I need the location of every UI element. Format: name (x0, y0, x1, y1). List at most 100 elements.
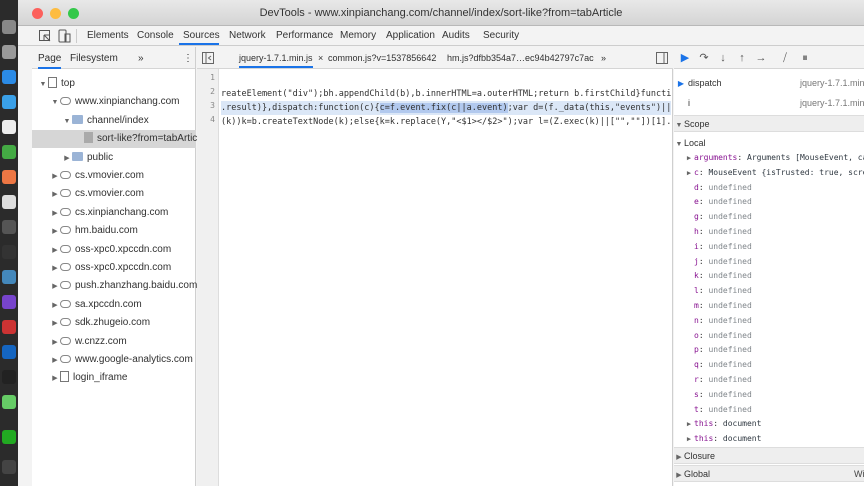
tree-item[interactable]: ▶ cs.xinpianchang.com (32, 204, 196, 222)
pause-on-exceptions-icon[interactable]: ⏸ (798, 51, 812, 65)
scope-variable[interactable]: n: undefined (674, 314, 864, 329)
scope-variable[interactable]: ▶c: MouseEvent {isTrusted: true, screenX… (674, 166, 864, 181)
tree-item[interactable]: ▶ push.zhanzhang.baidu.com (32, 277, 197, 296)
scope-variable[interactable]: d: undefined (674, 181, 864, 196)
expanded-arrow-icon[interactable]: ▼ (50, 94, 60, 112)
scope-variable[interactable]: o: undefined (674, 329, 864, 344)
tree-item[interactable]: ▶ cs.vmovier.com (32, 185, 196, 203)
collapsed-arrow-icon[interactable]: ▶ (50, 278, 60, 296)
tab-audits[interactable]: Audits (442, 30, 470, 41)
scope-header[interactable]: ▼ Scope (674, 115, 864, 132)
device-toolbar-icon[interactable] (57, 29, 71, 43)
local-scope-header[interactable]: ▼ Local (674, 136, 864, 151)
tree-item[interactable]: ▼ www.xinpianchang.com (32, 93, 196, 111)
collapsed-arrow-icon[interactable]: ▶ (50, 260, 60, 278)
collapsed-arrow-icon[interactable]: ▶ (50, 168, 60, 186)
more-tabs-icon[interactable]: » (138, 53, 144, 64)
app-icon[interactable] (2, 45, 16, 59)
tab-performance[interactable]: Performance (276, 30, 333, 41)
app-icon[interactable] (2, 430, 16, 444)
scope-variable[interactable]: i: undefined (674, 240, 864, 255)
collapsed-arrow-icon[interactable]: ▶ (50, 242, 60, 260)
closure-header[interactable]: ▶ Closure (674, 447, 864, 464)
app-icon[interactable] (2, 245, 16, 259)
scope-variable[interactable]: e: undefined (674, 195, 864, 210)
expanded-arrow-icon[interactable]: ▼ (38, 76, 48, 94)
collapsed-arrow-icon[interactable]: ▶ (50, 205, 60, 223)
call-frame[interactable]: i jquery-1.7.1.min.js:3 (674, 93, 864, 113)
scope-variable[interactable]: g: undefined (674, 210, 864, 225)
tree-item[interactable]: sort-like?from=tabArticle (32, 130, 205, 149)
scope-variable[interactable]: m: undefined (674, 299, 864, 314)
tab-page[interactable]: Page (38, 53, 62, 69)
collapsed-arrow-icon[interactable]: ▶ (50, 334, 60, 352)
app-icon[interactable] (2, 120, 16, 134)
tree-item[interactable]: ▶ cs.vmovier.com (32, 167, 196, 185)
tree-item[interactable]: ▶ oss-xpc0.xpccdn.com (32, 259, 196, 277)
app-icon[interactable] (2, 370, 16, 384)
tree-item[interactable]: ▶ oss-xpc0.xpccdn.com (32, 241, 196, 259)
frame-location[interactable]: jquery-1.7.1.min.js:3 (800, 73, 864, 93)
app-icon[interactable] (2, 195, 16, 209)
scope-variable[interactable]: ▶ this: document (674, 432, 864, 447)
collapsed-arrow-icon[interactable]: ▶ (50, 297, 60, 315)
global-header[interactable]: ▶GlobalWindow (674, 465, 864, 482)
tree-item[interactable]: ▶ www.google-analytics.com (32, 351, 196, 369)
collapsed-arrow-icon[interactable]: ▶ (50, 223, 60, 241)
toggle-navigator-icon[interactable] (201, 51, 215, 65)
step-out-icon[interactable]: ↑ (735, 51, 749, 65)
app-icon[interactable] (2, 345, 16, 359)
editor-tab-hm[interactable]: hm.js?dfbb354a7…ec94b42797c7ac (447, 53, 594, 63)
app-icon[interactable] (2, 220, 16, 234)
scope-variable[interactable]: t: undefined (674, 403, 864, 418)
close-tab-icon[interactable]: × (318, 53, 323, 63)
tree-item[interactable]: ▶ public (32, 149, 196, 167)
tree-item[interactable]: ▶ login_iframe (32, 369, 196, 387)
scope-variable[interactable]: s: undefined (674, 388, 864, 403)
step-over-icon[interactable]: ↷ (697, 51, 711, 65)
line-number[interactable]: 2 (210, 87, 215, 96)
tree-item[interactable]: ▼ top (32, 75, 196, 93)
collapsed-arrow-icon[interactable]: ▶ (50, 370, 60, 388)
tree-item[interactable]: ▶ w.cnzz.com (32, 333, 196, 351)
app-icon[interactable] (2, 95, 16, 109)
toggle-debugger-icon[interactable] (655, 51, 669, 65)
inspect-element-icon[interactable] (38, 29, 52, 43)
app-icon[interactable] (2, 70, 16, 84)
collapsed-arrow-icon[interactable]: ▶ (684, 432, 694, 447)
tab-memory[interactable]: Memory (340, 30, 376, 41)
tree-item[interactable]: ▶ sdk.zhugeio.com (32, 314, 196, 332)
scope-variable[interactable]: l: undefined (674, 284, 864, 299)
tab-application[interactable]: Application (386, 30, 435, 41)
scope-variable[interactable]: ▶ this: document (674, 417, 864, 432)
scope-variable[interactable]: r: undefined (674, 373, 864, 388)
navigator-menu-icon[interactable]: ⋮ (183, 53, 193, 64)
call-frame[interactable]: ▶dispatch jquery-1.7.1.min.js:3 (674, 73, 864, 93)
scope-variable[interactable]: p: undefined (674, 343, 864, 358)
app-icon[interactable] (2, 145, 16, 159)
collapsed-arrow-icon[interactable]: ▶ (50, 352, 60, 370)
app-icon[interactable] (2, 320, 16, 334)
tab-console[interactable]: Console (137, 30, 174, 41)
scope-variable[interactable]: k: undefined (674, 269, 864, 284)
more-editor-tabs-icon[interactable]: » (601, 53, 606, 63)
expanded-arrow-icon[interactable]: ▼ (62, 113, 72, 131)
line-number[interactable]: 1 (210, 73, 215, 82)
frame-location[interactable]: jquery-1.7.1.min.js:3 (800, 93, 864, 113)
tree-item[interactable]: ▶ hm.baidu.com (32, 222, 196, 240)
scope-variable[interactable]: h: undefined (674, 225, 864, 240)
scope-variable[interactable]: j: undefined (674, 255, 864, 270)
collapsed-arrow-icon[interactable]: ▶ (684, 151, 694, 166)
resume-icon[interactable]: ▶ (678, 51, 692, 65)
scope-variable[interactable]: ▶arguments: Arguments [MouseEvent, calle… (674, 151, 864, 166)
tab-elements[interactable]: Elements (87, 30, 129, 41)
collapsed-arrow-icon[interactable]: ▶ (50, 315, 60, 333)
tab-filesystem[interactable]: Filesystem (70, 53, 118, 64)
editor-tab-jquery[interactable]: jquery-1.7.1.min.js (239, 53, 313, 68)
app-icon[interactable] (2, 270, 16, 284)
app-icon[interactable] (2, 460, 16, 474)
editor-tab-common[interactable]: common.js?v=1537856642 (328, 53, 436, 63)
tab-network[interactable]: Network (229, 30, 266, 41)
app-icon[interactable] (2, 295, 16, 309)
collapsed-arrow-icon[interactable]: ▶ (684, 166, 694, 181)
